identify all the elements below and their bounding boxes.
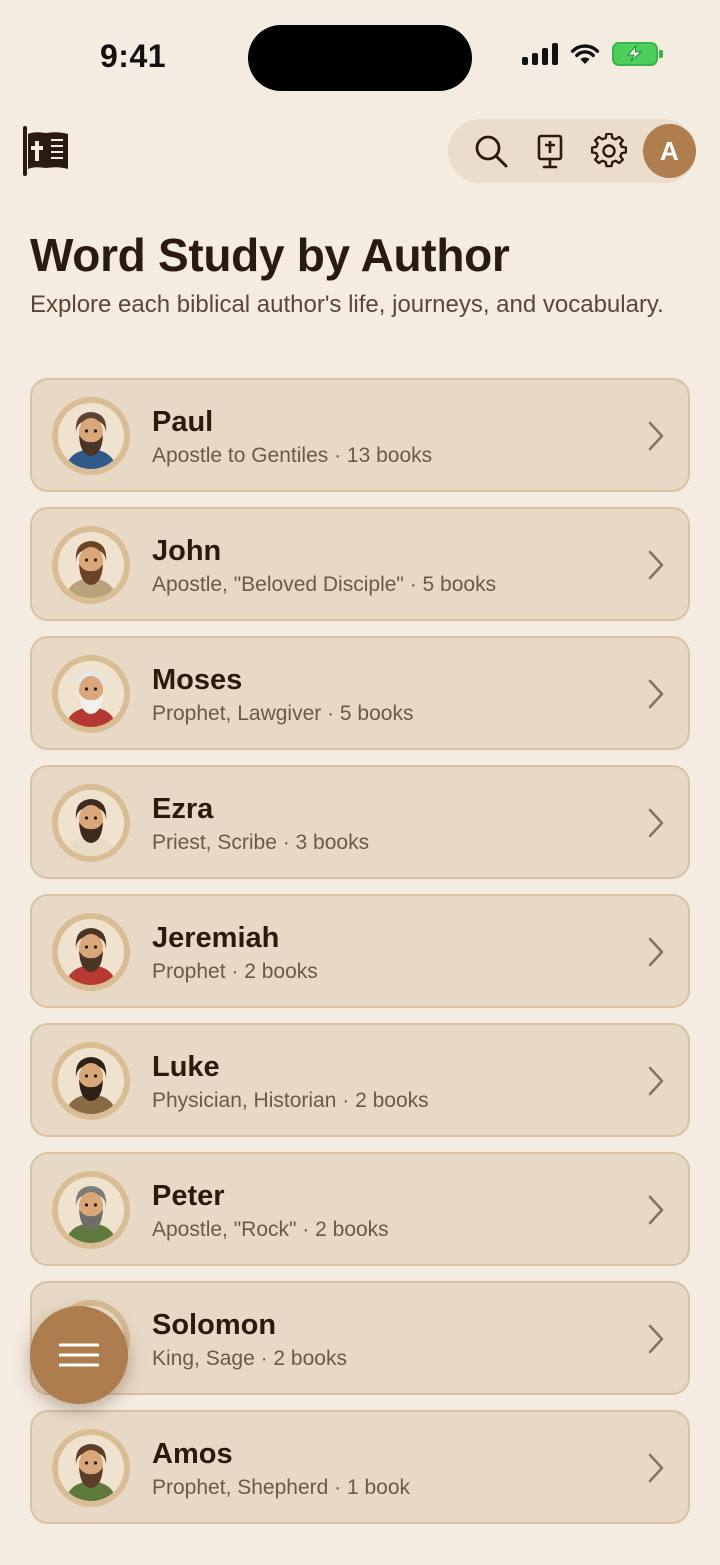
author-description: Apostle to Gentiles · 13 books — [152, 444, 433, 467]
author-card-jeremiah[interactable]: Jeremiah Prophet · 2 books — [30, 894, 690, 1008]
user-avatar-button[interactable]: A — [642, 124, 696, 178]
chevron-right-icon — [648, 1066, 664, 1096]
author-portrait — [58, 1435, 124, 1501]
page-title: Word Study by Author — [30, 229, 510, 281]
chevron-right-icon — [648, 937, 664, 967]
app-logo-icon[interactable] — [20, 124, 72, 178]
portrait-icon — [58, 403, 124, 469]
author-portrait — [58, 1048, 124, 1114]
author-portrait — [58, 1177, 124, 1243]
bible-button[interactable] — [521, 121, 580, 181]
author-name: Solomon — [152, 1309, 277, 1341]
author-portrait — [58, 532, 124, 598]
portrait-icon — [58, 1177, 124, 1243]
chevron-right-icon — [648, 679, 664, 709]
author-card-luke[interactable]: Luke Physician, Historian · 2 books — [30, 1023, 690, 1137]
author-description: Prophet · 2 books — [152, 960, 318, 983]
author-card-ezra[interactable]: Ezra Priest, Scribe · 3 books — [30, 765, 690, 879]
chevron-right-icon — [648, 421, 664, 451]
settings-button[interactable] — [580, 121, 639, 181]
portrait-icon — [58, 661, 124, 727]
chevron-right-icon — [648, 1195, 664, 1225]
author-portrait — [58, 790, 124, 856]
menu-button[interactable] — [30, 1306, 128, 1404]
author-card-solomon[interactable]: Solomon King, Sage · 2 books — [30, 1281, 690, 1395]
author-portrait — [58, 661, 124, 727]
author-name: Luke — [152, 1051, 220, 1083]
battery-charging-icon — [612, 42, 663, 66]
author-portrait-ring — [52, 1429, 130, 1507]
author-list: Paul Apostle to Gentiles · 13 books John Ap… — [30, 378, 690, 1539]
author-name: Jeremiah — [152, 922, 280, 954]
author-description: Apostle, "Beloved Disciple" · 5 books — [152, 573, 497, 596]
author-card-amos[interactable]: Amos Prophet, Shepherd · 1 book — [30, 1410, 690, 1524]
author-portrait-ring — [52, 1171, 130, 1249]
author-card-moses[interactable]: Moses Prophet, Lawgiver · 5 books — [30, 636, 690, 750]
chevron-right-icon — [648, 1453, 664, 1483]
author-description: Apostle, "Rock" · 2 books — [152, 1218, 389, 1241]
portrait-icon — [58, 790, 124, 856]
status-icons — [522, 42, 663, 66]
cellular-signal-icon — [522, 43, 558, 65]
chevron-right-icon — [648, 550, 664, 580]
dynamic-island — [248, 25, 472, 91]
author-portrait-ring — [52, 784, 130, 862]
author-card-peter[interactable]: Peter Apostle, "Rock" · 2 books — [30, 1152, 690, 1266]
chevron-right-icon — [648, 808, 664, 838]
author-portrait-ring — [52, 1042, 130, 1120]
author-card-paul[interactable]: Paul Apostle to Gentiles · 13 books — [30, 378, 690, 492]
portrait-icon — [58, 1048, 124, 1114]
portrait-icon — [58, 919, 124, 985]
author-name: Ezra — [152, 793, 214, 825]
author-description: King, Sage · 2 books — [152, 1347, 347, 1370]
author-card-john[interactable]: John Apostle, "Beloved Disciple" · 5 book… — [30, 507, 690, 621]
author-name: John — [152, 535, 222, 567]
author-name: Peter — [152, 1180, 225, 1212]
author-description: Priest, Scribe · 3 books — [152, 831, 370, 854]
author-portrait-ring — [52, 655, 130, 733]
search-icon — [476, 135, 508, 168]
portrait-icon — [58, 532, 124, 598]
top-toolbar: A — [448, 119, 696, 183]
author-description: Physician, Historian · 2 books — [152, 1089, 429, 1112]
wifi-icon — [570, 44, 600, 64]
status-bar: 9:41 — [0, 0, 720, 110]
status-time: 9:41 — [100, 38, 167, 74]
author-portrait-ring — [52, 397, 130, 475]
chevron-right-icon — [648, 1324, 664, 1354]
author-portrait — [58, 403, 124, 469]
author-portrait-ring — [52, 913, 130, 991]
author-description: Prophet, Shepherd · 1 book — [152, 1476, 411, 1499]
page-subtitle: Explore each biblical author's life, jou… — [30, 291, 664, 318]
author-name: Moses — [152, 664, 243, 696]
gear-icon — [591, 133, 628, 168]
portrait-icon — [58, 1435, 124, 1501]
author-portrait — [58, 919, 124, 985]
hamburger-menu-icon — [59, 1343, 99, 1367]
bible-icon — [538, 134, 563, 169]
author-name: Paul — [152, 406, 214, 438]
author-description: Prophet, Lawgiver · 5 books — [152, 702, 414, 725]
author-portrait-ring — [52, 526, 130, 604]
search-button[interactable] — [462, 121, 521, 181]
author-name: Amos — [152, 1438, 233, 1470]
